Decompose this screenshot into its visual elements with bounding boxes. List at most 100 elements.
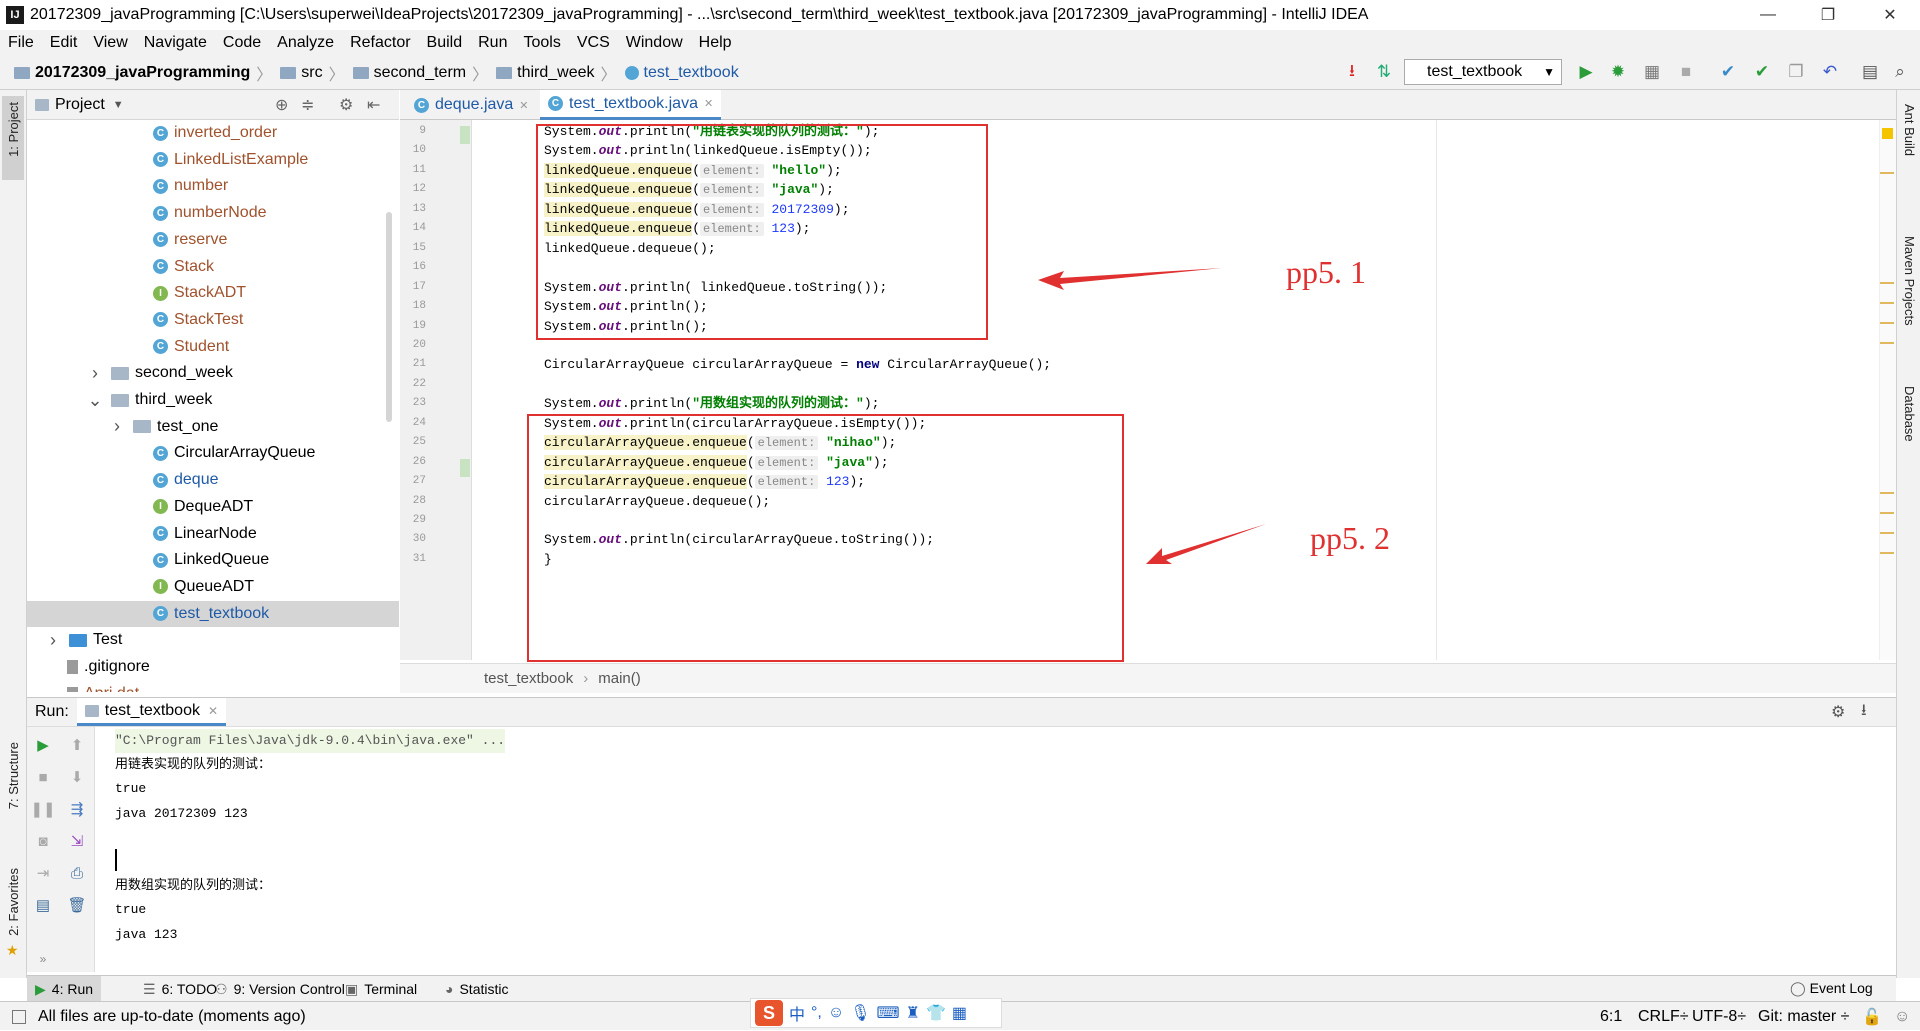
- maven-projects-tool-button[interactable]: Maven Projects: [1902, 236, 1917, 326]
- punctuation-icon[interactable]: °,: [811, 1004, 822, 1022]
- crumb-method[interactable]: main(): [598, 670, 641, 687]
- minimize-panel-icon[interactable]: ⭳: [1861, 699, 1867, 726]
- tree-item-number[interactable]: Cnumber: [27, 173, 399, 199]
- menu-window[interactable]: Window: [618, 34, 691, 52]
- gear-icon[interactable]: ⚙: [1831, 702, 1845, 722]
- download-arrow-icon[interactable]: ⭳: [1342, 61, 1362, 82]
- run-configuration-select[interactable]: test_textbook ▼: [1404, 59, 1562, 85]
- vcs-compare-icon[interactable]: ❐: [1786, 62, 1806, 82]
- camera-icon[interactable]: ◙: [33, 831, 53, 851]
- editor-tab-test_textbook-java[interactable]: Ctest_textbook.java ✕: [540, 90, 722, 120]
- event-log-button[interactable]: ◯ Event Log: [1790, 975, 1873, 1001]
- restore-button[interactable]: ❐: [1798, 0, 1858, 30]
- stop-icon[interactable]: ■: [1676, 62, 1696, 82]
- tree-item-inverted-order[interactable]: Cinverted_order: [27, 120, 399, 146]
- tree-item-student[interactable]: C Student: [27, 334, 399, 360]
- tree-item-reserve[interactable]: Creserve: [27, 227, 399, 253]
- skin-icon[interactable]: 👕: [926, 1003, 946, 1023]
- tree-item-test[interactable]: › Test: [27, 627, 399, 653]
- menu-help[interactable]: Help: [691, 34, 740, 52]
- close-icon[interactable]: ✕: [519, 99, 528, 112]
- lock-icon[interactable]: 🔓: [1862, 1002, 1882, 1031]
- hide-icon[interactable]: ⇤: [367, 95, 380, 115]
- tree-item--gitignore[interactable]: .gitignore: [27, 654, 399, 680]
- more-icon[interactable]: »: [33, 949, 53, 969]
- scroll-down-icon[interactable]: ⬇: [67, 767, 87, 787]
- locate-icon[interactable]: ⊕: [275, 95, 288, 115]
- tree-item-second-week[interactable]: › second_week: [27, 360, 399, 386]
- menu-vcs[interactable]: VCS: [569, 34, 618, 52]
- file-encoding[interactable]: UTF-8÷: [1692, 1002, 1746, 1031]
- menu-navigate[interactable]: Navigate: [136, 34, 215, 52]
- ime-toolbar[interactable]: S 中 °, ☺ 🎙 ⌨ ♜ 👕 ▦: [750, 998, 1002, 1028]
- layout-icon[interactable]: ▤: [33, 895, 53, 915]
- git-branch[interactable]: Git: master ÷: [1758, 1002, 1849, 1031]
- microphone-icon[interactable]: 🎙: [850, 1003, 870, 1023]
- chevron-right-icon[interactable]: ›: [45, 630, 61, 651]
- tree-item-stackadt[interactable]: I StackADT: [27, 280, 399, 306]
- menu-code[interactable]: Code: [215, 34, 269, 52]
- sort-arrows-icon[interactable]: ⇅: [1374, 62, 1394, 82]
- project-structure-icon[interactable]: ▤: [1860, 62, 1880, 82]
- grid-icon[interactable]: ▦: [952, 1003, 967, 1023]
- project-tool-button[interactable]: 1: Project: [6, 102, 21, 157]
- crumb-class[interactable]: test_textbook: [484, 670, 573, 687]
- gear-icon[interactable]: ⚙: [339, 95, 353, 115]
- print-icon[interactable]: ⎙: [67, 863, 87, 883]
- editor-tab-deque-java[interactable]: Cdeque.java ✕: [406, 90, 537, 120]
- vcs-commit-icon[interactable]: ✔: [1752, 62, 1772, 82]
- search-icon[interactable]: ⌕: [1890, 62, 1910, 82]
- breadcrumb-item[interactable]: src 〉: [276, 61, 348, 85]
- tool-tab-4-run[interactable]: ▶ 4: Run: [27, 976, 102, 1002]
- chevron-down-icon[interactable]: ⌄: [87, 390, 103, 411]
- vcs-update-icon[interactable]: ✔: [1718, 62, 1738, 82]
- run-icon[interactable]: ▶: [1576, 62, 1596, 82]
- toolbox-icon[interactable]: ♜: [906, 1003, 920, 1023]
- chevron-right-icon[interactable]: ›: [109, 416, 125, 437]
- ime-language[interactable]: 中: [789, 1001, 805, 1025]
- trash-icon[interactable]: 🗑: [67, 895, 87, 915]
- scroll-up-icon[interactable]: ⬆: [67, 735, 87, 755]
- console-output[interactable]: "C:\Program Files\Java\jdk-9.0.4\bin\jav…: [95, 727, 1896, 972]
- project-scrollbar[interactable]: [386, 212, 392, 422]
- menu-refactor[interactable]: Refactor: [342, 34, 418, 52]
- stop-icon[interactable]: ■: [33, 767, 53, 787]
- breadcrumb-item[interactable]: second_term 〉: [349, 61, 493, 85]
- menu-tools[interactable]: Tools: [515, 34, 568, 52]
- tree-item-apri-dat[interactable]: Apri.dat: [27, 681, 399, 692]
- pause-icon[interactable]: ❚❚: [30, 799, 55, 819]
- keyboard-icon[interactable]: ⌨: [877, 1003, 900, 1023]
- tree-item-dequeadt[interactable]: I DequeADT: [27, 494, 399, 520]
- emoji-icon[interactable]: ☺: [828, 1004, 844, 1022]
- tree-item-queueadt[interactable]: I QueueADT: [27, 574, 399, 600]
- tool-tab-statistic[interactable]: ◕ Statistic: [437, 976, 516, 1002]
- tree-item-numbernode[interactable]: CnumberNode: [27, 200, 399, 226]
- rerun-icon[interactable]: ▶: [33, 735, 53, 755]
- error-stripe[interactable]: [1879, 120, 1896, 660]
- close-icon[interactable]: ✕: [208, 704, 218, 718]
- menu-file[interactable]: File: [0, 34, 42, 52]
- line-separator[interactable]: CRLF÷: [1638, 1002, 1689, 1031]
- notifications-icon[interactable]: ☺: [1894, 1002, 1910, 1031]
- tree-item-deque[interactable]: Cdeque: [27, 467, 399, 493]
- tree-item-stacktest[interactable]: C StackTest: [27, 307, 399, 333]
- coverage-icon[interactable]: ▦: [1642, 62, 1662, 82]
- ant-build-tool-button[interactable]: Ant Build: [1902, 104, 1917, 156]
- menu-view[interactable]: View: [85, 34, 135, 52]
- project-view-select[interactable]: Project: [55, 96, 105, 114]
- tree-item-linkedqueue[interactable]: C LinkedQueue: [27, 547, 399, 573]
- close-icon[interactable]: ✕: [704, 97, 713, 110]
- tree-item-test-textbook[interactable]: Ctest_textbook: [27, 600, 399, 627]
- collapse-icon[interactable]: ≑: [301, 95, 314, 115]
- menu-run[interactable]: Run: [470, 34, 515, 52]
- structure-tool-button[interactable]: 7: Structure: [6, 742, 21, 809]
- panel-toggle-icon[interactable]: [12, 1009, 26, 1024]
- tree-item-third-week[interactable]: ⌄ third_week: [27, 387, 399, 413]
- tree-item-test-one[interactable]: › test_one: [27, 414, 399, 440]
- tree-item-circulararrayqueue[interactable]: C CircularArrayQueue: [27, 440, 399, 466]
- debug-icon[interactable]: ✹: [1608, 62, 1628, 82]
- chevron-right-icon[interactable]: ›: [87, 363, 103, 384]
- soft-wrap-icon[interactable]: ⇶: [67, 799, 87, 819]
- minimize-button[interactable]: —: [1738, 0, 1798, 30]
- tool-tab-9-version-control[interactable]: ⚇ 9: Version Control: [207, 976, 353, 1002]
